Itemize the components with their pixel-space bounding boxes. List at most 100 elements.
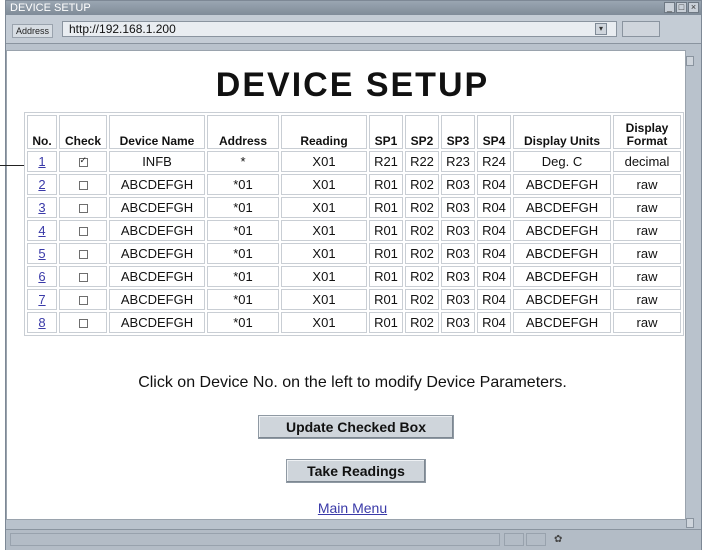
device-no-cell: 3 [27,197,57,218]
row-checkbox[interactable] [78,155,88,168]
minimize-icon[interactable]: _ [664,2,675,13]
display-units-cell: Deg. C [541,154,583,169]
sp3-cell: R03 [446,292,470,307]
display-format-cell: raw [636,177,658,192]
device-name-cell: ABCDEFGH [120,315,194,330]
device-no-link[interactable]: 7 [38,292,45,307]
address-cell: *01 [207,197,279,218]
window-title: DEVICE SETUP [10,2,91,14]
device-no-link[interactable]: 1 [38,154,45,169]
display-format-cell: raw [613,289,681,310]
sp2-cell: R02 [405,243,439,264]
address-input[interactable]: http://192.168.1.200 [62,21,617,37]
sp2-cell: R02 [410,223,434,238]
reading-cell: X01 [312,246,336,261]
device-table: No. Check Device Name Address Reading SP… [24,112,684,336]
display-units-cell: ABCDEFGH [513,289,611,310]
reading-cell: X01 [312,292,336,307]
row-checkbox[interactable] [78,181,88,191]
display-format-cell: raw [636,246,658,261]
check-cell [59,243,107,264]
reading-cell: X01 [281,220,367,241]
device-no-cell: 6 [27,266,57,287]
row-checkbox[interactable] [78,204,88,214]
table-row: 6 ABCDEFGH *01 X01 R01 R02 R03 R04 ABCDEFGH raw [27,266,681,287]
row-checkbox[interactable] [78,273,88,283]
device-no-link[interactable]: 6 [38,269,45,284]
main-menu-link[interactable]: Main Menu [0,500,705,516]
device-no-link[interactable]: 3 [38,200,45,215]
address-cell: *01 [207,174,279,195]
device-no-link[interactable]: 4 [38,223,45,238]
check-cell [59,197,107,218]
sp2-cell: R02 [410,315,434,330]
sp3-cell: R03 [441,312,475,333]
reading-cell: X01 [312,154,336,169]
close-icon[interactable]: × [688,2,699,13]
status-bar: ✿ [6,529,701,550]
sp1-cell: R01 [369,289,403,310]
display-units-cell: ABCDEFGH [513,174,611,195]
device-name-cell: INFB [109,151,205,172]
sp3-cell: R23 [441,151,475,172]
device-no-link[interactable]: 8 [38,315,45,330]
address-cell: *01 [233,200,253,215]
address-cell: *01 [207,243,279,264]
take-readings-button[interactable]: Take Readings [286,459,426,483]
sp3-cell: R03 [441,243,475,264]
device-name-cell: INFB [142,154,172,169]
sp1-cell: R01 [369,266,403,287]
table-row: 7 ABCDEFGH *01 X01 R01 R02 R03 R04 ABCDEFGH raw [27,289,681,310]
sp4-cell: R04 [482,269,506,284]
sp1-cell: R01 [369,197,403,218]
col-display-units-header: Display Units [513,115,611,149]
device-no-link[interactable]: 2 [38,177,45,192]
table-row: 3 ABCDEFGH *01 X01 R01 R02 R03 R04 ABCDEFGH raw [27,197,681,218]
row-checkbox[interactable] [78,296,88,306]
col-check-header: Check [59,115,107,149]
device-name-cell: ABCDEFGH [109,174,205,195]
sp1-cell: R01 [374,246,398,261]
row-checkbox[interactable] [78,250,88,260]
row-checkbox[interactable] [78,319,88,329]
update-checked-box-button[interactable]: Update Checked Box [258,415,454,439]
sp2-cell: R02 [410,292,434,307]
address-bar: Address http://192.168.1.200 ▾ [6,15,701,44]
sp1-cell: R01 [374,223,398,238]
sp2-cell: R02 [405,220,439,241]
display-units-cell: ABCDEFGH [513,197,611,218]
dropdown-arrow-icon[interactable]: ▾ [595,23,607,35]
go-button[interactable] [622,21,660,37]
reading-cell: X01 [312,223,336,238]
row-checkbox[interactable] [78,227,88,237]
sp3-cell: R03 [441,220,475,241]
sp1-cell: R01 [374,200,398,215]
reading-cell: X01 [281,151,367,172]
display-format-cell: raw [636,315,658,330]
sp1-cell: R01 [369,174,403,195]
scroll-down-arrow[interactable] [686,518,694,528]
display-units-cell: ABCDEFGH [525,292,599,307]
display-units-cell: ABCDEFGH [525,246,599,261]
display-format-cell: decimal [613,151,681,172]
scroll-up-arrow[interactable] [686,56,694,66]
device-no-cell: 8 [27,312,57,333]
maximize-icon[interactable]: □ [676,2,687,13]
check-cell [59,174,107,195]
title-bar: DEVICE SETUP _ □ × [6,1,701,15]
display-units-cell: ABCDEFGH [513,312,611,333]
sp4-cell: R24 [477,151,511,172]
sp2-cell: R02 [410,177,434,192]
address-cell: *01 [207,220,279,241]
sp1-cell: R01 [374,269,398,284]
sp4-cell: R24 [482,154,506,169]
address-cell: *01 [207,289,279,310]
address-cell: *01 [233,177,253,192]
check-cell [59,151,107,172]
address-cell: *01 [233,315,253,330]
sp1-cell: R01 [369,312,403,333]
reading-cell: X01 [312,269,336,284]
col-sp3-header: SP3 [441,115,475,149]
device-no-link[interactable]: 5 [38,246,45,261]
address-cell: *01 [207,266,279,287]
